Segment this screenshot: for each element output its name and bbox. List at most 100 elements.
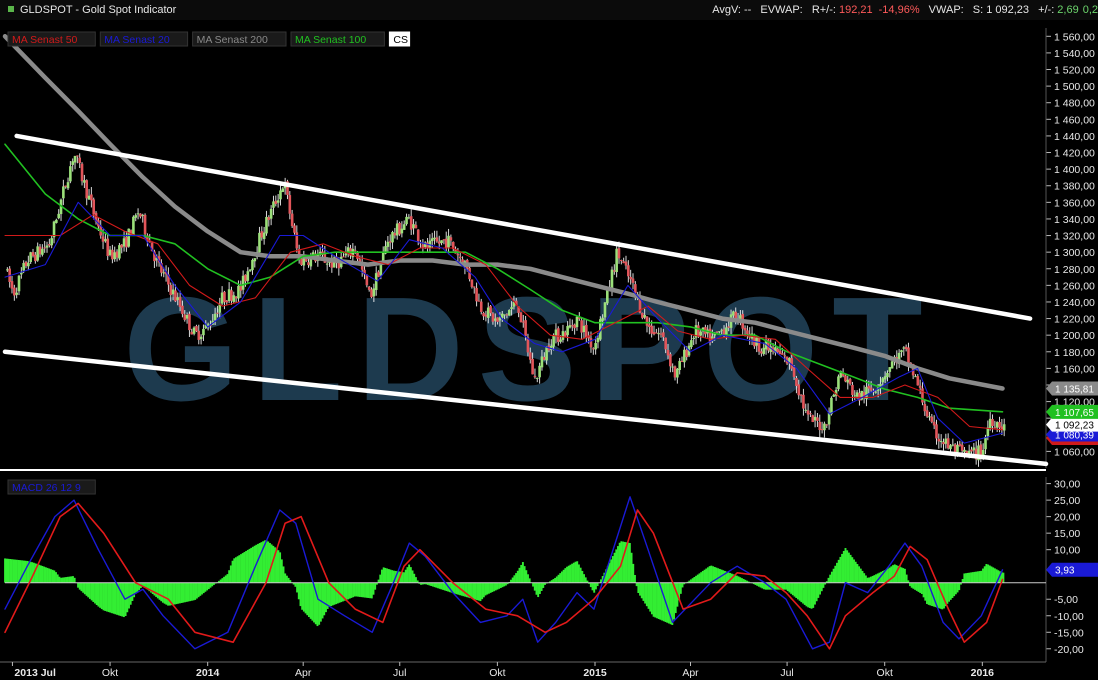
candle-down: [617, 248, 621, 259]
candle-up: [678, 360, 681, 371]
histogram-bar: [494, 582, 497, 591]
price-and-macd-chart[interactable]: GLDSPOT1 060,001 080,001 100,001 120,001…: [0, 0, 1098, 680]
histogram-bar: [162, 582, 164, 603]
candle-down: [998, 422, 1001, 428]
histogram-bar: [757, 582, 760, 587]
candle-down: [484, 314, 488, 317]
candle-down: [139, 213, 142, 217]
candle-up: [823, 423, 826, 431]
histogram-bar: [987, 564, 990, 583]
histogram-bar: [742, 578, 745, 583]
candle-up: [890, 361, 894, 369]
histogram-bar: [992, 567, 995, 583]
price-panel[interactable]: GLDSPOT1 060,001 080,001 100,001 120,001…: [0, 28, 1098, 471]
histogram-bar: [513, 575, 516, 583]
macd-panel[interactable]: -20,00 -15,00 -10,00 -5,00 10,00 15,00 20,00 25…: [4, 477, 1098, 662]
histogram-bar: [102, 582, 105, 611]
candle-up: [83, 180, 86, 183]
candle-down: [78, 157, 82, 163]
candle-up: [949, 445, 952, 450]
histogram-bar: [65, 577, 68, 583]
histogram-bar: [367, 582, 370, 598]
candle-down: [960, 444, 964, 451]
candle-down: [799, 394, 803, 396]
histogram-bar: [287, 577, 290, 583]
price-tick-label: 1 440,00: [1054, 131, 1095, 143]
candle-down: [806, 410, 810, 415]
candle-down: [844, 375, 847, 382]
candle-down: [475, 287, 478, 302]
candle-up: [988, 418, 992, 429]
histogram-bar: [224, 575, 227, 583]
histogram-bar: [180, 582, 183, 603]
histogram-bar: [645, 582, 648, 607]
histogram-bar: [462, 582, 465, 597]
legend-item-label[interactable]: MA Senast 50: [12, 34, 78, 46]
histogram-bar: [435, 582, 438, 588]
candle-down: [416, 229, 420, 242]
candle-down: [627, 265, 630, 277]
histogram-bar: [640, 582, 643, 599]
histogram-bar: [268, 542, 271, 583]
time-tick-label: 2013 Jul: [14, 667, 56, 679]
candle-down: [629, 276, 632, 280]
candle-up: [813, 416, 817, 421]
candle-up: [582, 325, 586, 333]
price-tag-label: 1 092,23: [1055, 421, 1094, 432]
histogram-bar: [411, 570, 414, 583]
histogram-bar: [851, 557, 854, 583]
histogram-bar: [910, 582, 913, 588]
histogram-bar: [387, 569, 390, 583]
candle-up: [395, 223, 399, 236]
legend-item-label[interactable]: MA Senast 200: [197, 34, 268, 46]
histogram-bar: [657, 582, 660, 619]
histogram-bar: [17, 559, 20, 583]
histogram-bar: [637, 582, 640, 594]
histogram-bar: [559, 573, 562, 583]
candle-down: [435, 237, 439, 242]
candle-down: [295, 232, 299, 249]
candle-down: [90, 194, 93, 201]
histogram-bar: [635, 582, 638, 587]
macd-legend-label[interactable]: MACD 26 12 9: [12, 482, 81, 494]
histogram-bar: [832, 568, 835, 583]
price-tick-label: 1 220,00: [1054, 314, 1095, 326]
histogram-bar: [112, 582, 115, 614]
legend-item-label[interactable]: CS: [393, 34, 408, 46]
histogram-bar: [128, 582, 130, 609]
candle-down: [655, 332, 658, 334]
legend-item-label[interactable]: MA Senast 20: [104, 34, 170, 46]
candle-down: [195, 326, 198, 332]
candle-up: [540, 356, 544, 368]
candle-up: [232, 295, 236, 302]
candle-down: [673, 366, 677, 378]
histogram-bar: [479, 582, 482, 602]
histogram-bar: [829, 574, 832, 583]
histogram-bar: [632, 563, 635, 583]
histogram-bar: [382, 567, 385, 583]
candle-down: [937, 438, 941, 442]
candle-down: [811, 415, 815, 422]
price-tick-label: 1 260,00: [1054, 280, 1095, 292]
histogram-bar: [77, 582, 80, 588]
histogram-bar: [740, 578, 743, 583]
candle-up: [902, 347, 906, 349]
histogram-bar: [902, 568, 905, 583]
legend-item-label[interactable]: MA Senast 100: [295, 34, 366, 46]
candle-up: [510, 307, 513, 310]
candle-down: [183, 314, 187, 320]
histogram-bar: [194, 582, 197, 600]
histogram-bar: [209, 582, 212, 588]
candle-up: [41, 248, 44, 255]
histogram-bar: [243, 552, 246, 583]
histogram-bar: [83, 582, 86, 595]
histogram-bar: [121, 582, 124, 617]
histogram-bar: [870, 576, 872, 583]
candle-down: [230, 290, 233, 301]
candle-up: [57, 213, 60, 219]
candle-up: [874, 391, 878, 393]
histogram-bar: [163, 582, 166, 604]
candle-up: [832, 394, 836, 397]
candle-down: [760, 351, 763, 354]
candle-up: [272, 201, 275, 208]
